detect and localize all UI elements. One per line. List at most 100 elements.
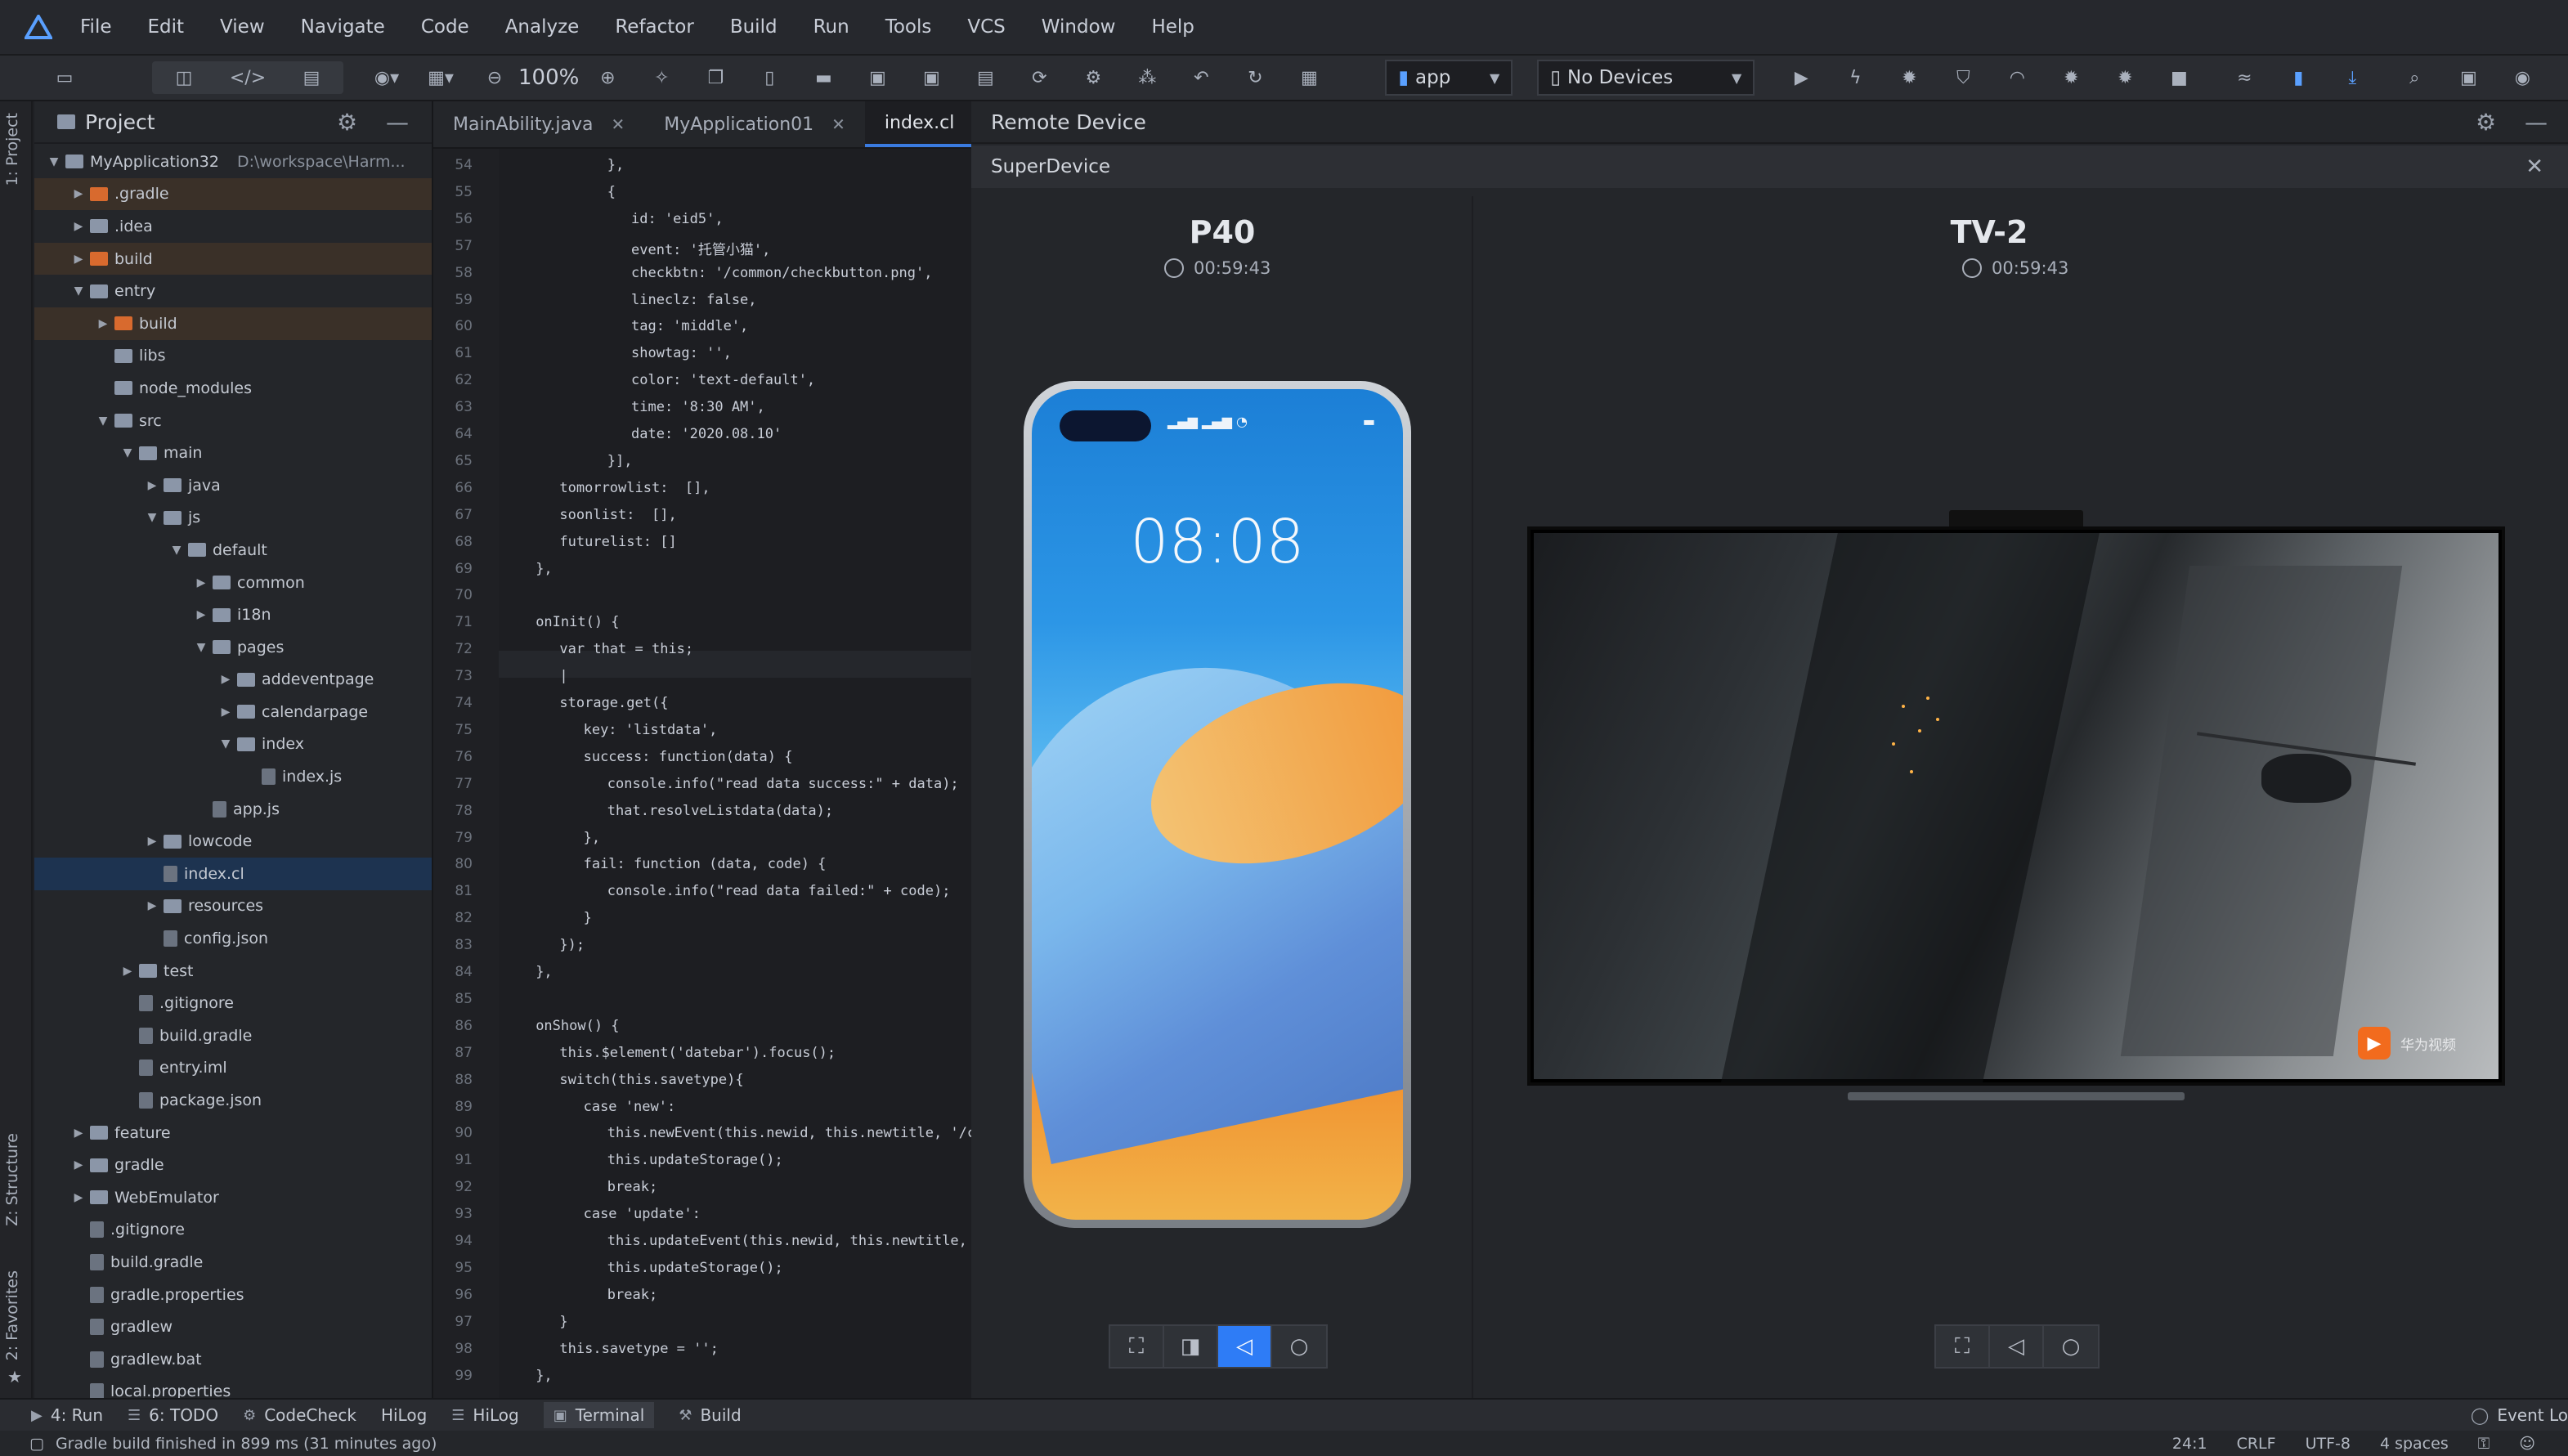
bottom-tab-4-run[interactable]: ▶ 4: Run (31, 1405, 103, 1425)
stop-icon[interactable]: ■ (2160, 61, 2198, 94)
code-line[interactable]: | (559, 668, 567, 684)
zoom-out-icon[interactable]: ⊖ (476, 61, 513, 94)
code-view-icon[interactable]: </> (216, 61, 280, 94)
phone-screen[interactable]: ▂▄▆ ▂▄▆ ◔ ▬ 08:08 (1032, 389, 1403, 1220)
settings-gear-icon[interactable]: ⚙ (1074, 61, 1112, 94)
tree-item[interactable]: .gitignore (34, 1214, 432, 1247)
code-line[interactable]: this.newEvent(this.newid, this.newtitle,… (607, 1125, 971, 1141)
tree-item[interactable]: ▶ lowcode (34, 825, 432, 858)
menu-analyze[interactable]: Analyze (505, 16, 580, 38)
tree-item[interactable]: ▶ gradle (34, 1149, 432, 1181)
code-line[interactable]: { (607, 184, 616, 200)
lock-icon[interactable]: ⚿ (2478, 1435, 2490, 1453)
code-line[interactable]: futurelist: [] (559, 534, 676, 550)
code-line[interactable]: }, (607, 157, 624, 173)
code-line[interactable]: var that = this; (559, 641, 693, 657)
project-structure-icon[interactable]: ▣ (2449, 61, 2487, 94)
menu-navigate[interactable]: Navigate (301, 16, 385, 38)
code-line[interactable]: lineclz: false, (631, 292, 757, 308)
tree-item[interactable]: ▶ calendarpage (34, 696, 432, 728)
code-line[interactable]: id: 'eid5', (631, 211, 724, 227)
close-icon[interactable]: ✕ (831, 114, 845, 134)
save-icon[interactable]: ▣ (858, 61, 896, 94)
grid-icon[interactable]: ▦▾ (422, 61, 459, 94)
bottom-tab-hilog[interactable]: HiLog (381, 1405, 427, 1425)
code-line[interactable]: console.info("read data success:" + data… (607, 776, 959, 792)
tree-item[interactable]: ▶ resources (34, 890, 432, 923)
caret-down-icon[interactable]: ▼ (70, 284, 87, 298)
menu-view[interactable]: View (220, 16, 265, 38)
back-button[interactable]: ◁ (1990, 1326, 2044, 1367)
split-view-icon[interactable]: ▤ (280, 61, 343, 94)
code-line[interactable]: fail: function (data, code) { (584, 856, 827, 872)
profile-icon[interactable]: ◠ (1998, 61, 2036, 94)
device-icon[interactable]: ▯ (751, 61, 788, 94)
tree-item[interactable]: entry.iml (34, 1052, 432, 1085)
code-line[interactable]: success: function(data) { (584, 749, 793, 765)
screenshot-button[interactable]: ⛶ (1110, 1326, 1164, 1367)
device-manager-icon[interactable]: ▮ (2279, 61, 2317, 94)
code-line[interactable]: }, (584, 830, 600, 846)
analyze-icon[interactable]: ≈ (2225, 61, 2263, 94)
inspector-icon[interactable]: ☺ (2519, 1435, 2535, 1453)
module-selector[interactable]: ▮ app ▼ (1385, 60, 1513, 96)
copy-icon[interactable]: ❐ (697, 61, 734, 94)
code-line[interactable]: }); (559, 937, 585, 953)
gear-icon[interactable]: ⚙ (2476, 109, 2496, 136)
rotate-button[interactable]: ◨ (1164, 1326, 1218, 1367)
design-view-icon[interactable]: ◫ (152, 61, 216, 94)
tree-item[interactable]: ▶ .idea (34, 210, 432, 243)
code-line[interactable]: tag: 'middle', (631, 318, 748, 334)
caret-right-icon[interactable]: ▶ (119, 965, 136, 978)
code-line[interactable]: this.savetype = ''; (559, 1341, 718, 1357)
screenshot-button[interactable]: ⛶ (1936, 1326, 1990, 1367)
coverage-icon[interactable]: ⛉ (1944, 61, 1982, 94)
caret-right-icon[interactable]: ▶ (70, 220, 87, 233)
home-button[interactable]: ○ (2044, 1326, 2098, 1367)
refresh-icon[interactable]: ↻ (1236, 61, 1274, 94)
tree-item[interactable]: ▶ test (34, 955, 432, 988)
code-line[interactable]: break; (607, 1287, 657, 1303)
bug-icon[interactable]: ✹ (2106, 61, 2144, 94)
code-line[interactable]: color: 'text-default', (631, 372, 815, 388)
caret-down-icon[interactable]: ▼ (193, 641, 209, 654)
code-line[interactable]: event: '托管小猫', (631, 238, 770, 258)
caret-down-icon[interactable]: ▼ (144, 511, 160, 524)
code-line[interactable]: showtag: '', (631, 345, 732, 361)
tree-item[interactable]: index.js (34, 760, 432, 793)
code-line[interactable]: console.info("read data failed:" + code)… (607, 883, 951, 899)
caret-right-icon[interactable]: ▶ (70, 253, 87, 266)
menu-build[interactable]: Build (730, 16, 778, 38)
bottom-tab-build[interactable]: ⚒ Build (679, 1405, 741, 1425)
zoom-in-icon[interactable]: ⊕ (589, 61, 626, 94)
project-tool-tab[interactable]: 1: Project (3, 113, 21, 186)
tree-item[interactable]: ▼ MyApplication32 D:\workspace\Harm... (34, 146, 432, 178)
bottom-tab-hilog[interactable]: ☰ HiLog (451, 1405, 518, 1425)
tree-item[interactable]: build.gradle (34, 1019, 432, 1052)
tree-item[interactable]: ▶ java (34, 469, 432, 502)
home-button[interactable]: ○ (1272, 1326, 1326, 1367)
code-line[interactable]: that.resolveListdata(data); (607, 803, 833, 819)
menu-file[interactable]: File (80, 16, 112, 38)
code-line[interactable]: checkbtn: '/common/checkbutton.png', (631, 265, 932, 281)
tree-item[interactable]: ▼ js (34, 502, 432, 535)
back-button[interactable]: ◁ (1218, 1326, 1272, 1367)
tree-item[interactable]: ▼ index (34, 728, 432, 761)
caret-down-icon[interactable]: ▼ (119, 446, 136, 459)
caret-right-icon[interactable]: ▶ (95, 317, 111, 330)
tree-item[interactable]: build.gradle (34, 1246, 432, 1279)
search-icon[interactable]: ⌕ (2395, 61, 2433, 94)
tree-item[interactable]: ▼ entry (34, 275, 432, 307)
editor-tab[interactable]: MyApplication01 ✕ (644, 101, 865, 147)
tree-item[interactable]: index.cl (34, 858, 432, 890)
caret-right-icon[interactable]: ▶ (144, 899, 160, 912)
caret-right-icon[interactable]: ▶ (70, 1191, 87, 1204)
tree-item[interactable]: ▶ common (34, 567, 432, 599)
tree-item[interactable]: ▼ src (34, 405, 432, 437)
caret-right-icon[interactable]: ▶ (70, 187, 87, 200)
tree-item[interactable]: ▶ WebEmulator (34, 1181, 432, 1214)
caret-down-icon[interactable]: ▼ (95, 414, 111, 428)
caret-right-icon[interactable]: ▶ (193, 608, 209, 621)
tree-item[interactable]: ▼ default (34, 534, 432, 567)
code-line[interactable]: } (559, 1314, 567, 1330)
